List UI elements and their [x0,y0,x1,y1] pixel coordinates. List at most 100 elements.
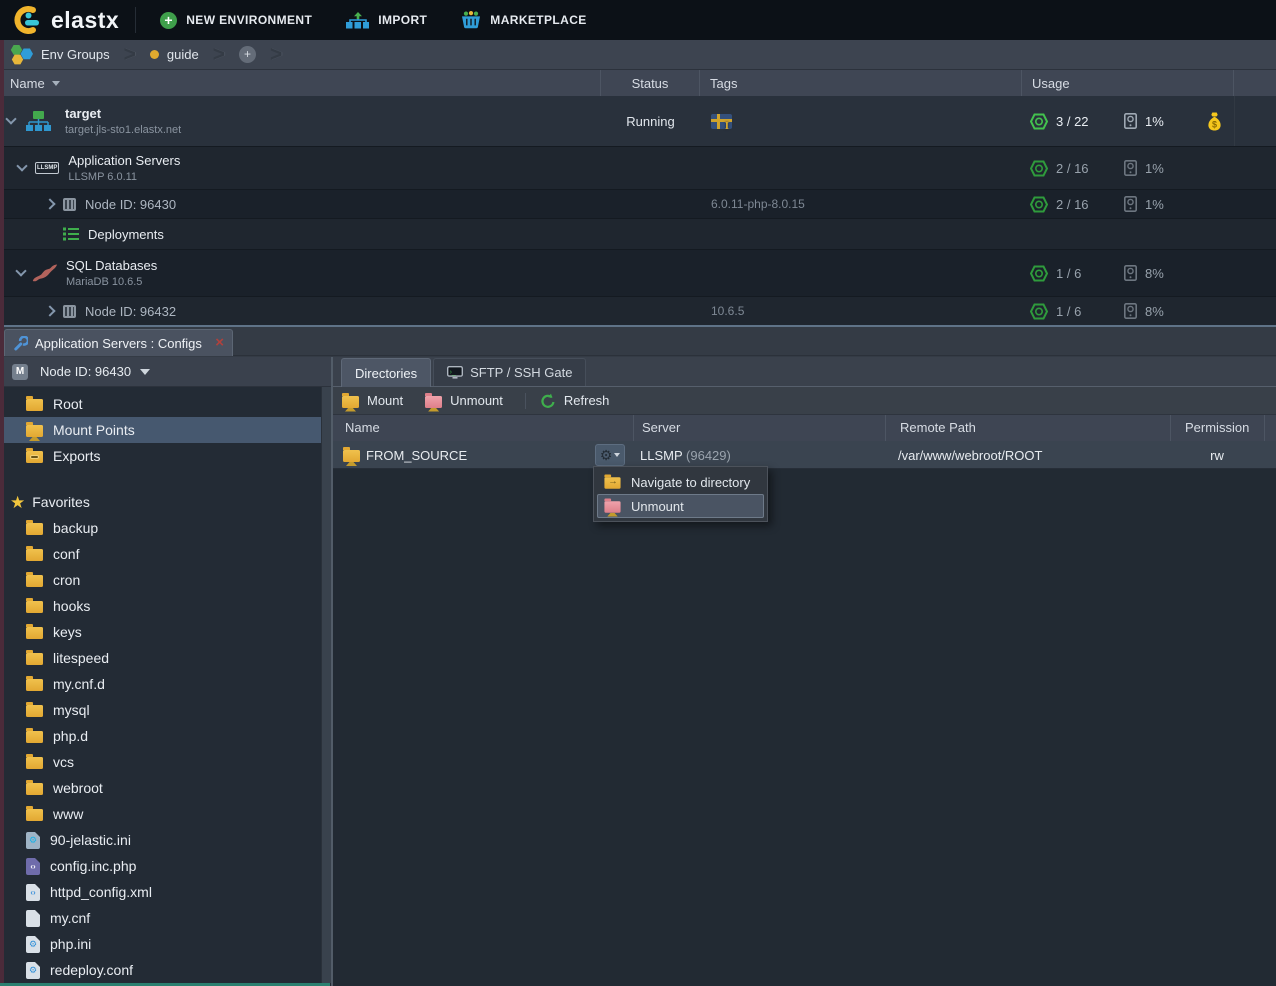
favorite-item[interactable]: ⚙php.ini [0,931,321,957]
marketplace-button[interactable]: MARKETPLACE [461,11,586,29]
favorite-label: 90-jelastic.ini [50,832,131,848]
import-icon [346,12,369,29]
caret-down-icon [140,369,150,375]
favorite-item[interactable]: keys [0,619,321,645]
favorite-item[interactable]: ‹›config.inc.php [0,853,321,879]
grid-column-name[interactable]: Name [345,420,380,435]
grid-column-permission[interactable]: Permission [1185,420,1249,435]
favorite-item[interactable]: webroot [0,775,321,801]
close-icon[interactable]: × [215,336,224,350]
chevron-down-icon[interactable] [5,113,16,124]
import-button[interactable]: IMPORT [346,12,427,29]
unmount-folder-icon [425,396,442,408]
node-icon [63,198,76,211]
brand-logo[interactable]: elastx [0,5,135,35]
chevron-down-icon[interactable] [15,265,26,276]
tree-item-mount-points[interactable]: Mount Points [0,417,321,443]
menu-item-navigate-to-directory[interactable]: → Navigate to directory [597,470,764,494]
column-usage-label: Usage [1032,76,1070,91]
favorite-label: redeploy.conf [50,962,133,978]
ini-file-icon: ⚙ [26,936,40,953]
tab-directories[interactable]: Directories [341,358,431,387]
chevron-right-icon[interactable] [44,198,55,209]
breadcrumb-separator: > [213,42,225,68]
disk-usage: 1% [1145,114,1164,129]
folder-icon [26,399,43,411]
mariadb-seal-icon [32,263,58,283]
favorite-item[interactable]: cron [0,567,321,593]
env-row-application-servers[interactable]: LLSMP Application Servers LLSMP 6.0.11 2… [0,147,1276,190]
marketplace-label: MARKETPLACE [490,13,586,27]
env-name: target [65,106,181,121]
column-header-status[interactable]: Status [601,70,700,96]
favorite-item[interactable]: ⚙ 90-jelastic.ini [0,827,321,853]
folder-icon [26,601,43,613]
env-row-target[interactable]: target target.jls-sto1.elastx.net Runnin… [0,96,1276,147]
configs-window-tab[interactable]: Application Servers : Configs × [4,329,233,356]
unmount-button[interactable]: Unmount [425,393,503,408]
navigate-folder-icon: → [604,477,620,488]
ini-file-icon: ⚙ [26,832,40,849]
favorite-item[interactable]: php.d [0,723,321,749]
env-row-sql-databases[interactable]: SQL Databases MariaDB 10.6.5 1 / 6 8% [0,250,1276,297]
gear-icon: ⚙ [600,448,613,462]
mount-button[interactable]: Mount [342,393,403,408]
app-root: elastx + NEW ENVIRONMENT IMPORT [0,0,1276,986]
refresh-button[interactable]: Refresh [540,393,610,409]
chevron-right-icon[interactable] [44,305,55,316]
favorite-label: my.cnf [50,910,90,926]
tree-item-exports[interactable]: Exports [0,443,321,469]
import-label: IMPORT [378,13,427,27]
menu-item-unmount[interactable]: Unmount [597,494,764,518]
group-dot-icon [150,50,159,59]
env-row-deployments[interactable]: Deployments [0,219,1276,250]
node-badge-m: M [12,364,28,380]
favorite-item[interactable]: mysql [0,697,321,723]
refresh-label: Refresh [564,393,610,408]
favorite-item[interactable]: my.cnf [0,905,321,931]
disk-usage: 1% [1145,197,1164,212]
unmount-folder-icon [604,501,620,512]
grid-column-server[interactable]: Server [642,420,680,435]
favorite-item[interactable]: my.cnf.d [0,671,321,697]
grid-column-remote-path[interactable]: Remote Path [900,420,976,435]
env-row-node-96430[interactable]: Node ID: 96430 6.0.11-php-8.0.15 2 / 16 … [0,190,1276,219]
exports-folder-icon [26,451,43,463]
favorite-item[interactable]: ⚙redeploy.conf [0,957,321,983]
breadcrumb-env-groups-label: Env Groups [41,47,110,62]
add-group-button[interactable]: + [239,46,256,63]
folder-icon [26,653,43,665]
breadcrumb-env-groups[interactable]: Env Groups [10,44,110,65]
favorite-item[interactable]: www [0,801,321,827]
region-flag-icon[interactable]: I [711,114,732,129]
row-actions-gear-button[interactable]: ⚙ [595,444,625,466]
env-row-node-96432[interactable]: Node ID: 96432 10.6.5 1 / 6 8% [0,297,1276,326]
favorite-item[interactable]: conf [0,541,321,567]
column-header-filler [1234,70,1276,96]
favorite-item[interactable]: vcs [0,749,321,775]
tree-item-root[interactable]: Root [0,391,321,417]
cloudlet-usage: 1 / 6 [1056,266,1108,281]
xml-file-icon: ‹› [26,884,40,901]
column-header-usage[interactable]: Usage [1022,70,1234,96]
favorite-item[interactable]: hooks [0,593,321,619]
favorite-item[interactable]: ‹›httpd_config.xml [0,879,321,905]
node-name: Node ID: 96430 [85,197,176,212]
node-selector[interactable]: M Node ID: 96430 [0,357,331,387]
tree-item-label: Mount Points [53,422,135,438]
tab-sftp-ssh-gate[interactable]: ›_ SFTP / SSH Gate [433,358,586,386]
money-bag-icon[interactable]: $ [1207,112,1222,131]
folder-icon [26,731,43,743]
favorite-item[interactable]: backup [0,515,321,541]
new-environment-button[interactable]: + NEW ENVIRONMENT [160,12,312,29]
column-header-name[interactable]: Name [0,70,601,96]
divider [135,7,136,33]
chevron-down-icon[interactable] [16,160,27,171]
column-header-tags[interactable]: Tags [700,70,1022,96]
layer-stack: LLSMP 6.0.11 [68,171,180,183]
sidebar-scrollbar[interactable] [321,387,331,983]
favorite-item[interactable]: litespeed [0,645,321,671]
mount-row-from-source[interactable]: FROM_SOURCE ⚙ LLSMP (96429) /var/www/web… [333,441,1276,469]
breadcrumb-group-guide[interactable]: guide [150,47,199,62]
llsmp-badge-icon: LLSMP [35,162,59,174]
